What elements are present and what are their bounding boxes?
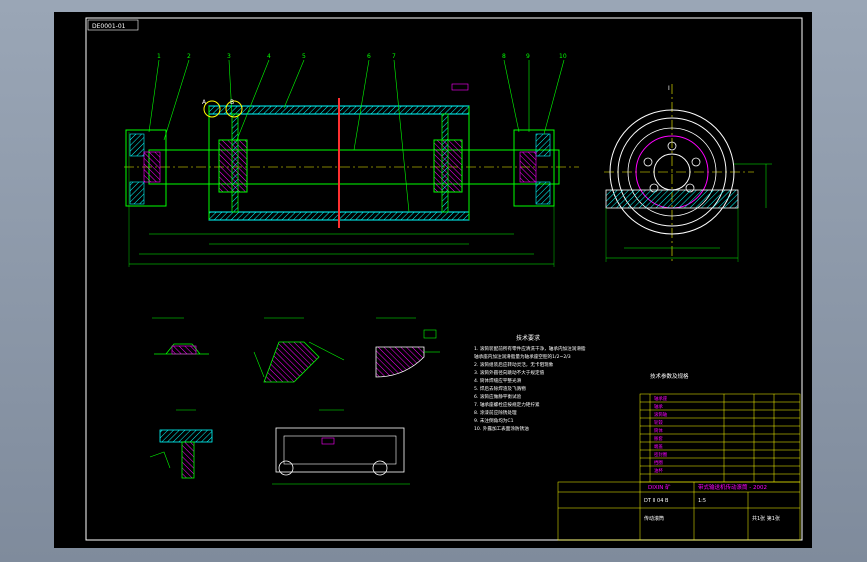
tech-line: 轴承座内加注润滑脂量为轴承座空腔的1/2~2/3 [474,353,571,360]
part-row: 油杯 [654,467,663,474]
part-row: 端盖 [654,443,663,450]
part-row: 密封圈 [654,451,668,458]
callout: 2 [187,53,191,60]
tech-requirements: 技术要求 1. 滚筒装配前所有零件应清洗干净，轴承内加注润滑脂 轴承座内加注润滑… [474,334,586,432]
cad-viewport[interactable]: DE0001-01 1 2 3 4 5 6 7 8 9 10 A B I 技术要… [54,12,812,548]
part-row: 轮毂 [654,419,663,426]
section-label-a: A [202,99,207,106]
title-part: 传动滚筒 [644,515,664,522]
part-row: 滚筒轴 [654,411,668,418]
part-row: 挡圈 [654,459,663,466]
part-row: 胀套 [654,435,663,442]
cad-drawing: DE0001-01 1 2 3 4 5 6 7 8 9 10 A B I 技术要… [85,17,803,541]
part-row: 轴承 [654,403,663,410]
title-block: 技术参数及规格 轴承座 轴承 滚筒轴 轮毂 筒体 胀套 端盖 密封圈 挡圈 油杯… [557,372,801,541]
callout: 9 [526,53,530,60]
view-label-i: I [668,85,670,92]
callout: 8 [502,53,506,60]
callout: 7 [392,53,396,60]
title-sheet: 共1张 第1张 [752,515,780,522]
title-school: DIXIN 矿 [648,483,671,491]
callout: 1 [157,53,161,60]
tech-line: 3. 滚筒外圆径向跳动不大于规定值 [474,369,545,376]
tech-line: 5. 焊后去除焊渣及飞溅物 [474,385,526,392]
tech-line: 4. 筒体焊缝应平整光滑 [474,377,522,384]
section-label-b: B [230,99,234,106]
title-scale: 1:5 [698,498,706,504]
table-heading: 技术参数及规格 [650,372,689,380]
callout: 4 [267,53,271,60]
callout: 10 [559,53,567,60]
title-tag: DE0001-01 [92,23,126,30]
side-view: I [604,84,772,262]
tech-line: 1. 滚筒装配前所有零件应清洗干净，轴承内加注润滑脂 [474,345,586,352]
tech-line: 10. 外露加工表面涂防锈油 [474,425,529,432]
tech-line: 2. 滚筒组装后应转动灵活，无卡阻现象 [474,361,554,368]
part-row: 筒体 [654,427,663,434]
title-drawing-name: 带式输送机传动滚筒 - 2002 [698,483,767,491]
callout: 3 [227,53,231,60]
tech-line: 6. 滚筒应做静平衡试验 [474,393,522,400]
detail-views [149,317,440,485]
callout: 6 [367,53,371,60]
title-code: DT II 04 B [644,498,669,504]
part-row: 轴承座 [654,395,668,402]
main-section-view: 1 2 3 4 5 6 7 8 9 10 A B [124,53,579,267]
tech-heading: 技术要求 [516,334,540,342]
tech-line: 9. 未注倒角均为C1 [474,417,514,424]
tech-line: 8. 涂漆前应除锈处理 [474,409,517,416]
callout: 5 [302,53,306,60]
tech-line: 7. 轴承座螺栓应按规定力矩拧紧 [474,401,540,408]
